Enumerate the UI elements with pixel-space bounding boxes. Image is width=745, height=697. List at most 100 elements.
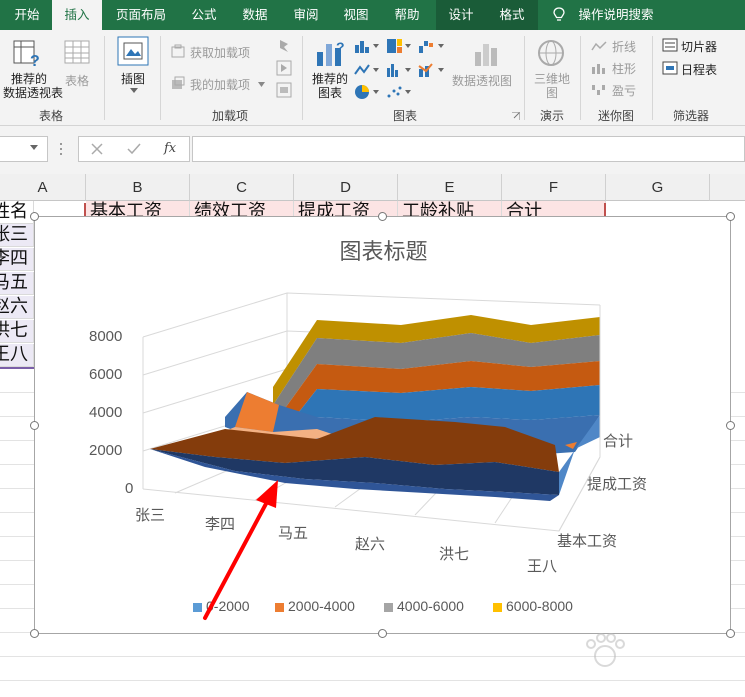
tab-view[interactable]: 视图 xyxy=(332,0,380,30)
tab-data[interactable]: 数据 xyxy=(230,0,280,30)
column-header-h[interactable] xyxy=(710,174,745,201)
column-header-e[interactable]: E xyxy=(398,174,502,201)
group-separator xyxy=(160,36,161,120)
tab-review[interactable]: 审阅 xyxy=(282,0,330,30)
tab-home[interactable]: 开始 xyxy=(2,0,52,30)
bing-maps-icon[interactable] xyxy=(276,38,292,54)
legend-swatch xyxy=(275,603,284,612)
formula-input[interactable] xyxy=(192,136,745,162)
combo-chart-icon[interactable] xyxy=(418,62,446,78)
dialog-launcher-icon[interactable] xyxy=(512,112,520,120)
category-axis-label: 赵六 xyxy=(355,536,386,553)
legend-swatch xyxy=(193,603,202,612)
my-addins-button[interactable]: 我的加载项 xyxy=(190,76,250,93)
chevron-down-icon[interactable] xyxy=(30,145,38,150)
table-button[interactable]: 表格 xyxy=(65,72,89,89)
store-icon xyxy=(171,44,185,58)
cell-name[interactable]: 赵六 xyxy=(0,296,34,319)
table-icon xyxy=(64,40,90,64)
tab-chart-design[interactable]: 设计 xyxy=(436,0,486,30)
group-label-tours: 演示 xyxy=(539,109,564,123)
cell-name[interactable]: 张三 xyxy=(0,224,34,247)
resize-handle[interactable] xyxy=(30,212,39,221)
column-chart-icon[interactable] xyxy=(354,38,380,54)
slicer-icon xyxy=(662,38,678,52)
formula-bar-grip[interactable] xyxy=(60,140,63,158)
pivot-chart-button[interactable]: 数据透视图 xyxy=(452,72,512,89)
cell-name[interactable]: 李四 xyxy=(0,248,34,271)
resize-handle[interactable] xyxy=(726,421,735,430)
legend-swatch xyxy=(493,603,502,612)
tell-me-search[interactable]: 操作说明搜索 xyxy=(574,0,658,30)
sparkline-winloss-button[interactable]: 盈亏 xyxy=(612,82,636,99)
chart-legend[interactable]: 0-2000 2000-4000 4000-6000 6000-8000 xyxy=(193,598,593,616)
resize-handle[interactable] xyxy=(378,212,387,221)
column-header-b[interactable]: B xyxy=(86,174,190,201)
cell-name[interactable]: 王八 xyxy=(0,344,34,367)
resize-handle[interactable] xyxy=(378,629,387,638)
resize-handle[interactable] xyxy=(30,421,39,430)
surface-chart[interactable]: 图表标题 8000 6000 4000 2000 0 张三 李四 马五 赵六 洪… xyxy=(30,212,735,638)
column-header-g[interactable]: G xyxy=(606,174,710,201)
scatter-chart-icon[interactable] xyxy=(386,84,412,100)
group-label-charts: 图表 xyxy=(392,109,417,123)
legend-label: 4000-6000 xyxy=(397,598,464,614)
illustrations-button[interactable]: 插图 xyxy=(121,70,145,87)
sparkline-line-button[interactable]: 折线 xyxy=(612,38,636,55)
chart-plot-area[interactable] xyxy=(35,217,732,635)
slicer-button[interactable]: 切片器 xyxy=(681,38,717,55)
waterfall-chart-icon[interactable] xyxy=(418,38,446,54)
range-highlight-edge xyxy=(0,367,34,369)
name-box[interactable] xyxy=(0,136,48,162)
line-chart-icon[interactable] xyxy=(354,62,380,78)
z-axis-tick: 8000 xyxy=(89,328,123,345)
cell-name[interactable]: 马五 xyxy=(0,272,34,295)
cell-name-header[interactable]: 姓名 xyxy=(0,201,34,224)
column-header-c[interactable]: C xyxy=(190,174,294,201)
recommended-charts-button[interactable]: 推荐的 图表 xyxy=(310,72,350,100)
resize-handle[interactable] xyxy=(726,212,735,221)
sparkline-column-icon xyxy=(592,64,605,74)
group-separator xyxy=(302,36,303,120)
get-addins-button[interactable]: 获取加载项 xyxy=(190,44,250,61)
z-axis-tick: 2000 xyxy=(89,442,123,459)
sparkline-line-icon xyxy=(591,41,607,51)
cancel-icon[interactable] xyxy=(91,143,103,155)
timeline-icon xyxy=(662,61,678,75)
svg-text:?: ? xyxy=(30,53,40,68)
tab-page-layout[interactable]: 页面布局 xyxy=(104,0,178,30)
recommended-charts-icon: ? xyxy=(317,39,345,66)
surface-mesh xyxy=(150,315,600,501)
statistic-chart-icon[interactable] xyxy=(386,62,412,78)
insert-function-button[interactable]: fx xyxy=(164,141,176,156)
chevron-down-icon xyxy=(130,88,138,93)
column-header-a[interactable]: A xyxy=(0,174,86,201)
group-separator xyxy=(580,36,581,120)
sparkline-column-button[interactable]: 柱形 xyxy=(612,60,636,77)
group-label-filters: 筛选器 xyxy=(672,109,709,123)
group-separator xyxy=(524,36,525,120)
tab-insert[interactable]: 插入 xyxy=(52,0,102,30)
tab-formulas[interactable]: 公式 xyxy=(180,0,228,30)
resize-handle[interactable] xyxy=(30,629,39,638)
tab-chart-format[interactable]: 格式 xyxy=(486,0,538,30)
z-axis-tick: 4000 xyxy=(89,404,123,421)
series-axis-label: 基本工资 xyxy=(557,533,618,550)
enter-check-icon[interactable] xyxy=(127,143,141,155)
column-header-f[interactable]: F xyxy=(502,174,606,201)
column-header-d[interactable]: D xyxy=(294,174,398,201)
timeline-button[interactable]: 日程表 xyxy=(681,61,717,78)
visio-icon[interactable] xyxy=(276,82,292,98)
3d-map-button[interactable]: 三维地 图 xyxy=(533,72,571,100)
cell-name[interactable]: 洪七 xyxy=(0,320,34,343)
tab-help[interactable]: 帮助 xyxy=(382,0,432,30)
people-graph-icon[interactable] xyxy=(276,60,292,76)
pie-chart-icon[interactable] xyxy=(354,84,380,100)
hierarchy-chart-icon[interactable] xyxy=(386,38,412,54)
category-axis-label: 张三 xyxy=(135,507,166,524)
recommended-pivot-icon: ? xyxy=(13,40,40,68)
recommended-pivot-button[interactable]: 推荐的 数据透视表 xyxy=(3,72,63,100)
paw-icon xyxy=(586,633,625,667)
formula-bar: fx xyxy=(0,126,745,174)
legend-label: 0-2000 xyxy=(206,598,250,614)
